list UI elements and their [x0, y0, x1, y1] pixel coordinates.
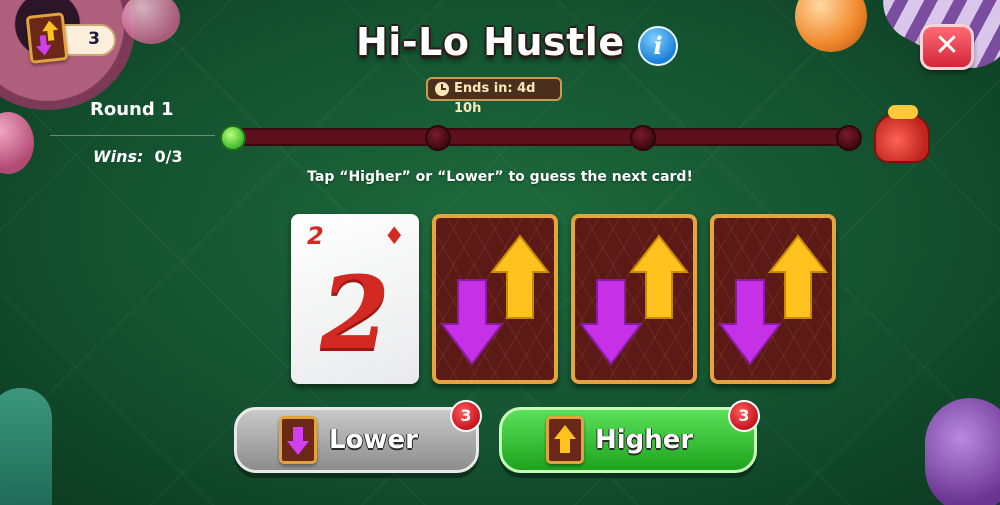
- progress-node-3: [630, 125, 656, 151]
- card-rank: 2: [320, 254, 390, 372]
- wins-counter: Wins: 0/3: [93, 147, 183, 166]
- hidden-card: [432, 214, 558, 384]
- booster-count: 3: [88, 29, 100, 49]
- progress-track: [230, 128, 852, 146]
- diamond-suit-icon: ♦: [383, 222, 405, 250]
- progress-node-2: [425, 125, 451, 151]
- wins-label: Wins:: [93, 147, 144, 166]
- candy-ball-decoration: [122, 0, 180, 44]
- revealed-card: 2 ♦ 2: [291, 214, 419, 384]
- hidden-card: [710, 214, 836, 384]
- candy-ball-decoration: [0, 112, 34, 174]
- lower-button[interactable]: Lower 3: [234, 400, 482, 473]
- wins-value: 0/3: [154, 147, 183, 166]
- card-corner-rank: 2: [307, 222, 324, 250]
- event-timer: Ends in: 4d 10h: [426, 77, 562, 116]
- close-icon[interactable]: ✕: [920, 24, 974, 70]
- lower-count-badge: 3: [450, 400, 482, 432]
- gift-icon[interactable]: [874, 105, 930, 163]
- higher-lower-arrows-icon: [440, 234, 551, 366]
- grape-candy-decoration: [925, 398, 1000, 505]
- higher-lower-arrows-icon: [579, 234, 690, 366]
- orange-candy-decoration: [795, 0, 867, 52]
- arrow-up-icon: [546, 416, 584, 464]
- page-title: Hi-Lo Hustle: [356, 20, 625, 64]
- higher-lower-arrows-icon: [718, 234, 829, 366]
- higher-button[interactable]: Higher 3: [499, 400, 760, 473]
- info-icon[interactable]: i: [638, 26, 678, 66]
- timer-text: Ends in: 4d 10h: [454, 81, 536, 116]
- lower-button-label: Lower: [329, 425, 418, 455]
- higher-button-label: Higher: [595, 425, 694, 455]
- higher-count-badge: 3: [728, 400, 760, 432]
- arrow-down-icon: [279, 416, 317, 464]
- booster-counter[interactable]: 3: [25, 12, 116, 64]
- hidden-card: [571, 214, 697, 384]
- gummy-bear-decoration: [0, 388, 52, 505]
- round-divider: [50, 135, 215, 136]
- round-label: Round 1: [90, 99, 174, 120]
- swap-card-icon: [25, 12, 69, 64]
- clock-icon: [435, 82, 449, 96]
- progress-node-1: [220, 125, 246, 151]
- instruction-text: Tap “Higher” or “Lower” to guess the nex…: [307, 169, 693, 185]
- progress-node-4: [836, 125, 862, 151]
